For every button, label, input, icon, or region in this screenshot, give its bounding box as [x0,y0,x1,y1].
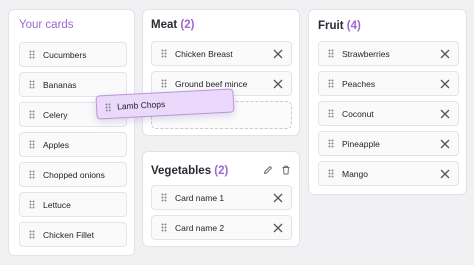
card-label: Chicken Fillet [43,229,95,240]
drag-handle-icon[interactable] [161,223,167,232]
close-icon[interactable] [440,109,450,119]
drag-handle-icon[interactable] [161,49,167,58]
drag-handle-icon[interactable] [29,110,35,119]
drag-handle-icon[interactable] [328,49,334,58]
card-apples[interactable]: Apples [19,132,127,157]
card-label: Chicken Breast [175,48,233,59]
trash-icon[interactable] [281,165,291,175]
drag-handle-icon[interactable] [328,109,334,118]
drag-handle-icon[interactable] [161,193,167,202]
drag-handle-icon[interactable] [29,230,35,239]
fruit-title-text: Fruit [318,20,344,32]
drag-handle-icon[interactable] [161,79,167,88]
card-label: Lamb Chops [116,98,166,112]
fruit-title: Fruit (4) [318,20,361,32]
close-icon[interactable] [440,169,450,179]
card-chopped-onions[interactable]: Chopped onions [19,162,127,187]
fruit-count-badge: (4) [346,20,361,32]
drag-handle-icon[interactable] [328,169,334,178]
card-cucumbers[interactable]: Cucumbers [19,42,127,67]
meat-title-text: Meat [151,19,178,31]
close-icon[interactable] [440,79,450,89]
card-chicken-fillet[interactable]: Chicken Fillet [19,222,127,247]
card-label: Card name 2 [175,222,225,233]
card-label: Bananas [43,79,77,90]
your-cards-title: Your cards [19,19,74,31]
card-name-1[interactable]: Card name 1 [151,185,292,210]
card-strawberries[interactable]: Strawberries [318,41,459,66]
drag-handle-icon[interactable] [328,139,334,148]
card-label: Apples [43,139,69,150]
drag-handle-icon[interactable] [29,200,35,209]
drag-handle-icon[interactable] [29,170,35,179]
card-label: Strawberries [342,48,390,59]
vegetables-title: Vegetables (2) [151,165,228,177]
close-icon[interactable] [273,223,283,233]
drag-handle-icon[interactable] [29,80,35,89]
card-label: Pineapple [342,138,380,149]
close-icon[interactable] [440,49,450,59]
card-label: Celery [43,109,68,120]
card-chicken-breast[interactable]: Chicken Breast [151,41,292,66]
meat-count-badge: (2) [180,19,195,31]
drag-handle-icon[interactable] [29,140,35,149]
drag-handle-icon[interactable] [104,102,112,112]
meat-panel: Meat (2) Chicken Breast Ground beef minc… [142,9,300,136]
card-label: Ground beef mince [175,78,248,89]
close-icon[interactable] [273,49,283,59]
vegetables-count-badge: (2) [214,165,229,177]
card-label: Lettuce [43,199,71,210]
meat-title: Meat (2) [151,19,194,31]
card-peaches[interactable]: Peaches [318,71,459,96]
card-label: Card name 1 [175,192,225,203]
pencil-icon[interactable] [263,165,273,175]
vegetables-panel: Vegetables (2) Card name 1 Card name 2 [142,151,300,247]
card-label: Coconut [342,108,374,119]
close-icon[interactable] [273,79,283,89]
vegetables-title-text: Vegetables [151,165,212,177]
your-cards-panel: Your cards Cucumbers Bananas Celery Appl… [8,9,135,256]
card-bananas[interactable]: Bananas [19,72,127,97]
card-coconut[interactable]: Coconut [318,101,459,126]
card-label: Peaches [342,78,376,89]
card-pineapple[interactable]: Pineapple [318,131,459,156]
card-lettuce[interactable]: Lettuce [19,192,127,217]
drag-handle-icon[interactable] [328,79,334,88]
fruit-panel: Fruit (4) Strawberries Peaches Coconut P… [308,9,467,195]
card-label: Chopped onions [43,169,105,180]
card-mango[interactable]: Mango [318,161,459,186]
card-name-2[interactable]: Card name 2 [151,215,292,240]
close-icon[interactable] [273,193,283,203]
close-icon[interactable] [440,139,450,149]
drag-handle-icon[interactable] [29,50,35,59]
card-label: Mango [342,168,368,179]
card-label: Cucumbers [43,49,87,60]
